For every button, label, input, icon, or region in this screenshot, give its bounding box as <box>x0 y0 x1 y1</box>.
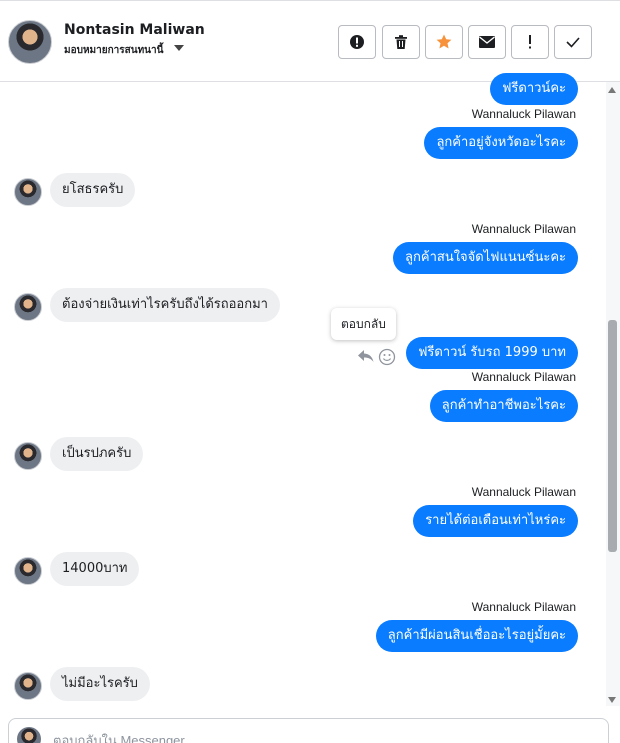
chevron-down-icon[interactable] <box>174 45 184 51</box>
sender-name: Wannaluck Pilawan <box>471 485 576 499</box>
exclamation-circle-icon <box>350 35 364 49</box>
reply-tooltip: ตอบกลับ <box>331 308 396 340</box>
check-icon <box>566 37 580 48</box>
assign-conversation-label[interactable]: มอบหมายการสนทนานี้ <box>64 43 163 58</box>
contact-avatar-small[interactable] <box>14 672 42 700</box>
incoming-message[interactable]: ยโสธรครับ <box>50 173 136 207</box>
sender-name: Wannaluck Pilawan <box>471 370 576 384</box>
contact-name[interactable]: Nontasin Maliwan <box>64 22 205 38</box>
sender-name: Wannaluck Pilawan <box>471 107 576 121</box>
envelope-icon <box>479 36 495 48</box>
outgoing-message[interactable]: ลูกค้าสนใจจัดไฟแนนซ์นะคะ <box>393 242 578 274</box>
contact-avatar-small[interactable] <box>14 178 42 206</box>
follow-up-button[interactable] <box>511 25 549 59</box>
reply-icon[interactable] <box>357 348 375 364</box>
page-avatar <box>17 727 41 743</box>
scroll-up-arrow-icon[interactable] <box>608 87 616 93</box>
conversation-header: Nontasin Maliwan มอบหมายการสนทนานี้ <box>0 0 620 82</box>
contact-avatar[interactable] <box>8 20 52 64</box>
contact-avatar-small[interactable] <box>14 442 42 470</box>
sender-name: Wannaluck Pilawan <box>471 222 576 236</box>
outgoing-message[interactable]: ลูกค้าทำอาชีพอะไรคะ <box>429 390 578 422</box>
incoming-message[interactable]: ไม่มีอะไรครับ <box>50 667 150 701</box>
outgoing-message[interactable]: ลูกค้าอยู่จังหวัดอะไรคะ <box>424 127 578 159</box>
contact-avatar-small[interactable] <box>14 293 42 321</box>
mark-done-button[interactable] <box>554 25 592 59</box>
contact-avatar-small[interactable] <box>14 557 42 585</box>
trash-icon <box>395 35 407 49</box>
message-composer[interactable] <box>8 718 609 743</box>
outgoing-message[interactable]: ลูกค้ามีผ่อนสินเชื่ออะไรอยู่มั้ยคะ <box>375 620 578 652</box>
exclamation-icon <box>529 35 531 49</box>
scrollbar-thumb[interactable] <box>608 320 617 552</box>
outgoing-message[interactable]: ฟรีดาวน์คะ <box>490 73 578 105</box>
incoming-message[interactable]: ต้องจ่ายเงินเท่าไรครับถึงได้รถออกมา <box>50 288 280 322</box>
incoming-message[interactable]: 14000บาท <box>50 552 140 586</box>
mark-unread-button[interactable] <box>468 25 506 59</box>
scroll-down-arrow-icon[interactable] <box>608 697 616 703</box>
outgoing-message[interactable]: ฟรีดาวน์ รับรถ 1999 บาท <box>406 337 578 369</box>
reply-input[interactable] <box>53 733 553 743</box>
emoji-reaction-icon[interactable] <box>378 348 396 366</box>
delete-button[interactable] <box>382 25 420 59</box>
star-icon <box>436 34 452 49</box>
star-button[interactable] <box>425 25 463 59</box>
mark-spam-button[interactable] <box>338 25 376 59</box>
outgoing-message[interactable]: รายได้ต่อเดือนเท่าไหร่คะ <box>413 505 578 537</box>
incoming-message[interactable]: เป็นรปภครับ <box>50 437 144 471</box>
sender-name: Wannaluck Pilawan <box>471 600 576 614</box>
